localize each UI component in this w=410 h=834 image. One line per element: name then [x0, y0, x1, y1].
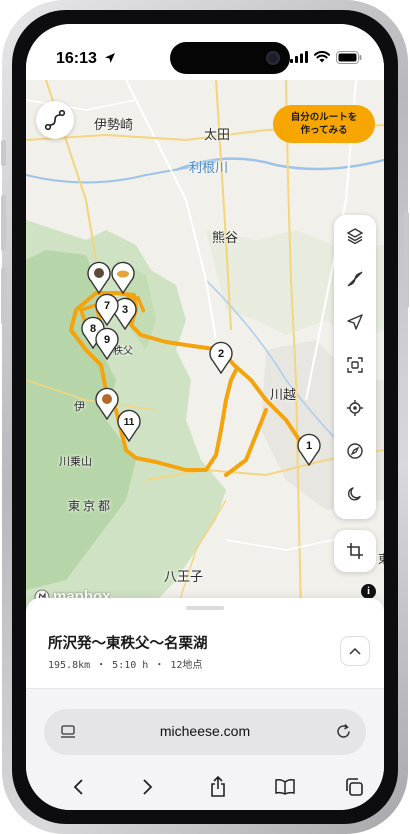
map-label-ota: 太田 — [204, 128, 231, 143]
navigate-button[interactable] — [334, 301, 376, 343]
waypoint-pin-1[interactable]: 1 — [296, 432, 322, 466]
status-time: 16:13 — [56, 50, 97, 67]
tabs-button[interactable] — [340, 773, 368, 801]
volume-up-button — [1, 195, 6, 251]
cellular-signal-icon — [290, 51, 308, 63]
map-label-isesaki: 伊勢崎 — [94, 118, 134, 133]
book-icon — [275, 779, 295, 795]
waypoint-pin-2[interactable]: 2 — [208, 340, 234, 374]
crop-icon — [347, 543, 363, 559]
animal-icon — [94, 268, 104, 278]
route-off-button[interactable] — [334, 258, 376, 300]
bezel: 16:13 自分のルートを 作ってみる 伊勢崎 太田 利根川 熊谷 川越 川乗山… — [12, 10, 398, 824]
wifi-icon — [314, 51, 330, 63]
layers-icon — [346, 228, 364, 245]
camera — [266, 51, 280, 65]
mute-switch — [1, 140, 6, 166]
url-text[interactable]: micheese.com — [44, 723, 366, 739]
map-label-kumagaya: 熊谷 — [212, 231, 239, 246]
svg-text:3: 3 — [122, 304, 128, 316]
chevron-left-icon — [73, 779, 83, 795]
svg-text:2: 2 — [218, 348, 224, 360]
create-route-button[interactable]: 自分のルートを 作ってみる — [273, 105, 375, 143]
no-route-icon — [347, 271, 363, 287]
waypoint-pin-food[interactable] — [110, 260, 136, 294]
dark-mode-icon — [347, 487, 361, 501]
route-toggle-button[interactable] — [36, 101, 74, 139]
map-label-kawanoriyama: 川乗山 — [59, 455, 92, 468]
map-label-tonegawa: 利根川 — [189, 161, 229, 176]
route-icon — [44, 109, 66, 131]
map-label-kawagoe: 川越 — [270, 388, 297, 403]
fit-icon — [347, 357, 363, 373]
compass-icon — [347, 443, 363, 459]
layers-button[interactable] — [334, 215, 376, 257]
map-label-i: 伊 — [74, 400, 85, 413]
power-button — [404, 212, 409, 308]
dark-mode-button[interactable] — [334, 473, 376, 515]
screen: 16:13 自分のルートを 作ってみる 伊勢崎 太田 利根川 熊谷 川越 川乗山… — [26, 24, 384, 810]
share-icon — [211, 776, 225, 797]
waypoint-pin-animal[interactable] — [86, 260, 112, 294]
map-label-east-edge: 東 — [378, 550, 384, 567]
create-route-label-1: 自分のルートを — [290, 112, 358, 123]
route-sheet[interactable]: 所沢発〜東秩父〜名栗湖 195.8km ・ 5:10 h ・ 12地点 — [26, 598, 384, 694]
share-button[interactable] — [204, 773, 232, 801]
chevron-right-icon — [143, 779, 153, 795]
battery-icon — [336, 50, 362, 64]
dynamic-island — [170, 42, 290, 74]
create-route-label-2: 作ってみる — [300, 125, 348, 136]
squirrel-icon — [102, 394, 112, 404]
svg-text:9: 9 — [104, 334, 110, 346]
crop-button[interactable] — [334, 530, 376, 572]
tabs-icon — [346, 778, 363, 796]
locate-icon — [347, 400, 363, 416]
status-bar: 16:13 — [26, 24, 384, 80]
volume-down-button — [1, 268, 6, 324]
browser-toolbar: micheese.com — [26, 688, 384, 810]
map-controls — [334, 215, 376, 519]
back-button[interactable] — [64, 773, 92, 801]
status-icons — [290, 50, 362, 64]
fit-bounds-button[interactable] — [334, 344, 376, 386]
map-label-hachioji: 八王子 — [164, 570, 204, 585]
expand-sheet-button[interactable] — [340, 636, 370, 666]
compass-button[interactable] — [334, 430, 376, 472]
bookmarks-button[interactable] — [271, 773, 299, 801]
route-meta: 195.8km ・ 5:10 h ・ 12地点 — [48, 660, 203, 671]
forward-button[interactable] — [134, 773, 162, 801]
map-view[interactable]: 自分のルートを 作ってみる 伊勢崎 太田 利根川 熊谷 川越 川乗山 東京都 八… — [26, 80, 384, 612]
phone-frame: 16:13 自分のルートを 作ってみる 伊勢崎 太田 利根川 熊谷 川越 川乗山… — [1, 0, 409, 834]
reload-icon[interactable] — [335, 723, 352, 740]
waypoint-pin-squirrel[interactable] — [94, 386, 120, 420]
svg-text:7: 7 — [104, 300, 110, 312]
chevron-up-icon — [349, 647, 361, 655]
address-bar[interactable]: micheese.com — [44, 709, 366, 755]
pin-1-label: 1 — [306, 440, 312, 452]
sheet-grabber[interactable] — [186, 606, 224, 610]
route-title: 所沢発〜東秩父〜名栗湖 — [48, 636, 208, 652]
navigate-icon — [347, 314, 363, 330]
svg-text:11: 11 — [124, 417, 135, 428]
location-arrow-icon — [105, 53, 115, 63]
food-icon — [117, 270, 129, 278]
waypoint-pin-9[interactable]: 9 — [94, 326, 120, 360]
map-label-tokyo: 東京都 — [68, 499, 114, 513]
locate-button[interactable] — [334, 387, 376, 429]
info-button[interactable]: i — [361, 584, 376, 599]
